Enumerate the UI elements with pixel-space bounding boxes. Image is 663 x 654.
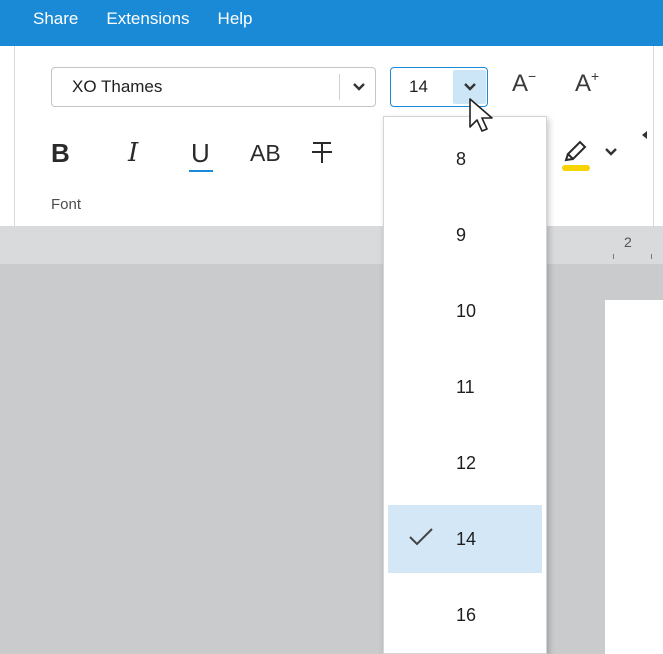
decrease-font-size-label: A [512,70,529,97]
font-size-value: 14 [409,77,428,96]
strikethrough-button[interactable] [311,138,333,172]
font-size-option-label: 10 [456,301,477,321]
underline-color-bar [189,170,213,172]
increase-font-size-sign: + [591,68,600,84]
highlighter-icon[interactable] [556,130,596,176]
font-size-option-label: 16 [456,605,477,625]
font-size-option-label: 11 [456,377,475,397]
document-page[interactable] [605,300,663,654]
decrease-font-size-sign: − [528,68,537,84]
ruler [0,226,663,264]
mouse-cursor-icon [468,97,498,144]
checkmark-icon [408,527,434,552]
font-size-option-selected[interactable]: 14 [388,505,542,573]
ruler-number: 2 [624,234,632,250]
menu-help[interactable]: Help [218,8,253,30]
underline-button[interactable]: U [191,138,210,168]
italic-button[interactable]: I [128,138,138,168]
ribbon-group-divider [653,46,654,226]
decrease-font-size-button[interactable]: A− [512,68,537,98]
font-name-combo[interactable]: XO Thames [51,67,376,107]
scroll-left-icon[interactable] [642,131,647,139]
font-size-option[interactable]: 16 [388,581,542,649]
font-group-label: Font [51,196,82,213]
font-size-option-label: 8 [456,149,467,169]
all-caps-button[interactable]: AB [250,138,281,168]
chevron-down-icon[interactable] [342,68,375,106]
font-size-dropdown: 8 9 10 11 12 14 16 [383,116,547,654]
font-size-option-label: 14 [456,529,477,549]
menu-bar: Share Extensions Help [0,0,663,46]
combo-separator [339,74,340,100]
chevron-down-icon[interactable] [604,144,618,162]
increase-font-size-label: A [575,70,592,97]
font-name-value: XO Thames [72,77,163,96]
font-size-option-label: 9 [456,225,467,245]
document-canvas [0,264,663,654]
font-size-option[interactable]: 12 [388,429,542,497]
ruler-tick [613,254,614,259]
font-size-option[interactable]: 8 [388,125,542,193]
font-size-option[interactable]: 11 [388,353,542,421]
menu-share[interactable]: Share [33,8,78,30]
font-size-option-label: 12 [456,453,477,473]
menu-extensions[interactable]: Extensions [106,8,189,30]
font-size-option[interactable]: 10 [388,277,542,345]
bold-button[interactable]: B [51,138,70,168]
ruler-tick [651,254,652,259]
increase-font-size-button[interactable]: A+ [575,68,600,98]
font-size-option[interactable]: 9 [388,201,542,269]
